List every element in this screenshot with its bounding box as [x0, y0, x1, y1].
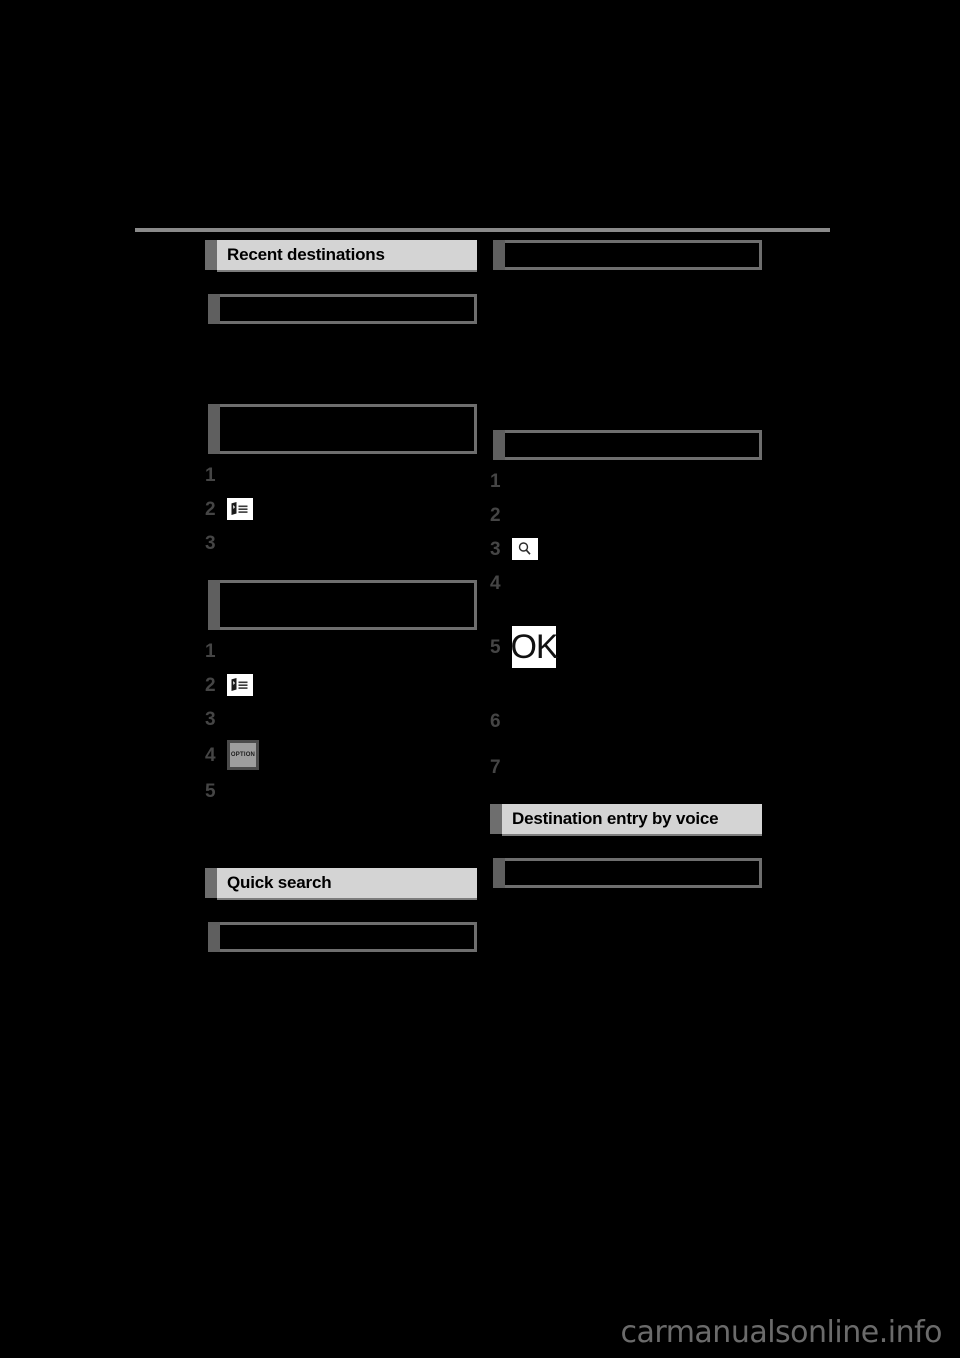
step-number: 7	[490, 756, 501, 778]
step-content: OPTION	[227, 740, 477, 770]
step-content	[227, 532, 477, 554]
step-item: 2	[205, 672, 477, 698]
step-content	[227, 464, 477, 486]
step-content	[512, 470, 762, 492]
section-header-label: Recent destinations	[227, 245, 385, 264]
step-item: 4 OPTION	[205, 740, 477, 770]
step-item: 2	[490, 502, 762, 528]
left-column: Recent destinations 1 2 3 1 2 3 4 OPTION…	[205, 240, 477, 952]
step-item: 5	[205, 778, 477, 804]
subheader-redacted-r3	[493, 858, 762, 888]
option-button-icon[interactable]: OPTION	[227, 740, 259, 770]
step-item: 2	[205, 496, 477, 522]
step-item: 1	[205, 462, 477, 488]
step-number: 5	[205, 780, 216, 802]
site-watermark: carmanualsonline.info	[620, 1315, 943, 1350]
map-menu-icon[interactable]	[227, 498, 253, 520]
step-number: 2	[205, 674, 216, 696]
step-number: 6	[490, 710, 501, 732]
section-header-label: Destination entry by voice	[512, 809, 719, 828]
step-number: 5	[490, 636, 501, 658]
step-content	[227, 640, 477, 662]
ok-button-icon[interactable]: OK	[510, 626, 559, 668]
step-content	[227, 780, 477, 802]
step-content	[512, 538, 762, 560]
section-header-recent-destinations: Recent destinations	[205, 240, 477, 270]
step-item: 3	[205, 706, 477, 732]
map-menu-icon[interactable]	[227, 674, 253, 696]
page-top-rule	[135, 228, 830, 232]
step-content: OK	[510, 626, 762, 668]
step-number: 1	[205, 640, 216, 662]
step-item: 7	[490, 754, 762, 780]
step-content	[227, 498, 477, 520]
step-number: 3	[205, 532, 216, 554]
step-content	[512, 756, 762, 778]
step-number: 3	[205, 708, 216, 730]
step-content	[227, 674, 477, 696]
step-number: 1	[205, 464, 216, 486]
subheader-redacted-2	[208, 404, 477, 454]
step-item: 3	[205, 530, 477, 556]
section-header-label: Quick search	[227, 873, 332, 892]
subheader-redacted-r1	[493, 240, 762, 270]
subheader-redacted-r2	[493, 430, 762, 460]
manual-page: Recent destinations 1 2 3 1 2 3 4 OPTION…	[0, 0, 960, 1358]
step-number: 3	[490, 538, 501, 560]
step-number: 1	[490, 470, 501, 492]
step-number: 4	[205, 744, 216, 766]
right-column: 1 2 3 4 5 OK 6 7 Destination entry by vo…	[490, 240, 762, 888]
step-content	[512, 710, 762, 732]
step-item: 1	[205, 638, 477, 664]
section-header-quick-search: Quick search	[205, 868, 477, 898]
subheader-redacted-1	[208, 294, 477, 324]
subheader-redacted-3	[208, 580, 477, 630]
step-content	[227, 708, 477, 730]
step-item: 6	[490, 708, 762, 734]
step-item: 4	[490, 570, 762, 596]
subheader-redacted-4	[208, 922, 477, 952]
step-item: 5 OK	[490, 626, 762, 668]
step-number: 2	[490, 504, 501, 526]
step-content	[512, 504, 762, 526]
step-number: 4	[490, 572, 501, 594]
step-number: 2	[205, 498, 216, 520]
step-item: 3	[490, 536, 762, 562]
step-item: 1	[490, 468, 762, 494]
option-button-label: OPTION	[230, 752, 256, 758]
ok-button-label: OK	[510, 627, 558, 666]
step-content	[512, 572, 762, 594]
section-header-destination-entry-by-voice: Destination entry by voice	[490, 804, 762, 834]
search-icon[interactable]	[512, 538, 538, 560]
